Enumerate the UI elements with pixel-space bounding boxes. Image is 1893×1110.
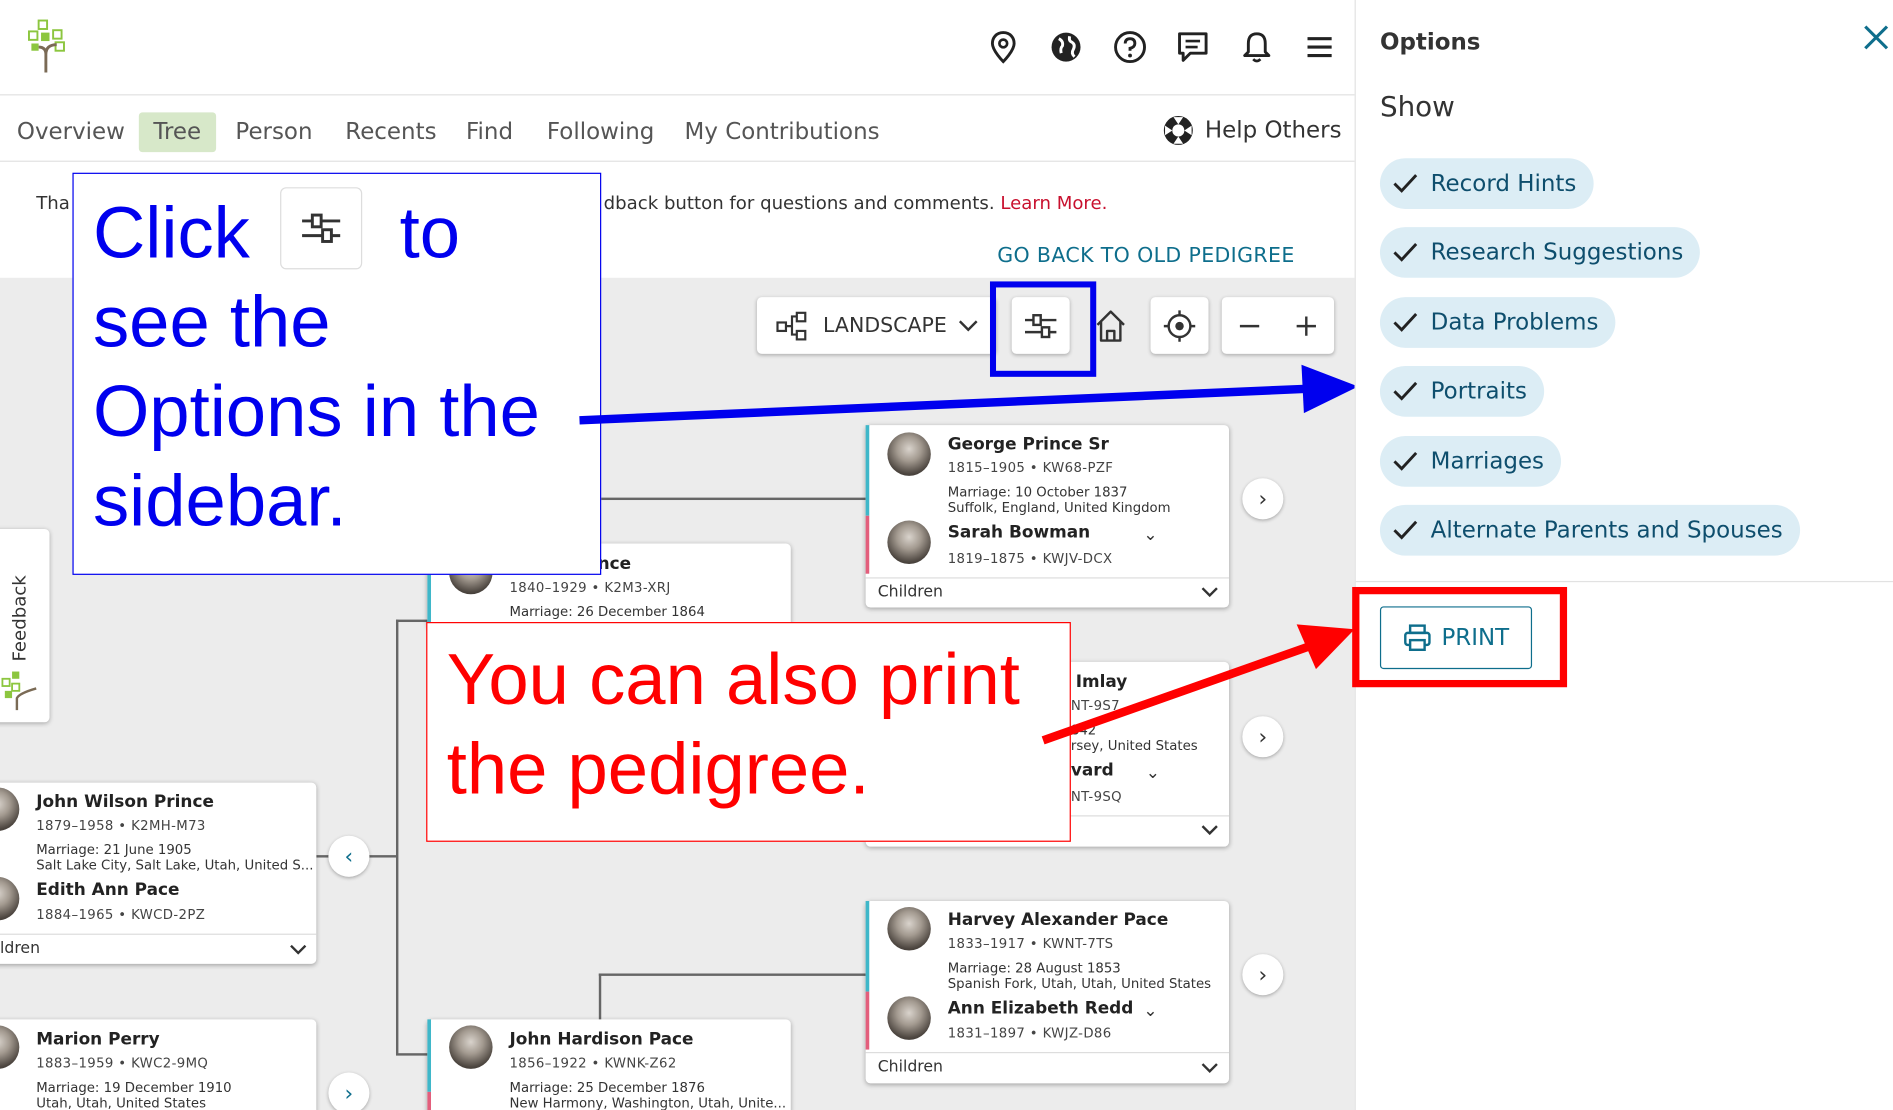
- show-heading: Show: [1379, 91, 1455, 124]
- checkmark-icon: [1392, 451, 1419, 473]
- option-label: Record Hints: [1430, 170, 1577, 197]
- option-marriages[interactable]: Marriages: [1379, 436, 1561, 487]
- red-arrow: [1041, 642, 1312, 745]
- option-alternate-parents[interactable]: Alternate Parents and Spouses: [1379, 504, 1800, 556]
- checkmark-icon: [1392, 312, 1419, 334]
- checkmark-icon: [1392, 519, 1419, 541]
- close-icon[interactable]: [1860, 22, 1891, 53]
- option-label: Data Problems: [1430, 309, 1599, 336]
- sidebar-divider: [1355, 580, 1893, 583]
- print-highlight-box: [1352, 586, 1568, 688]
- option-label: Research Suggestions: [1430, 239, 1684, 266]
- sidebar-title: Options: [1379, 28, 1481, 56]
- option-label: Portraits: [1430, 378, 1527, 405]
- option-label: Marriages: [1430, 448, 1545, 475]
- option-portraits[interactable]: Portraits: [1379, 365, 1544, 417]
- blue-arrow: [579, 384, 1305, 425]
- checkmark-icon: [1392, 380, 1419, 402]
- option-data-problems[interactable]: Data Problems: [1379, 297, 1616, 348]
- checkmark-icon: [1392, 173, 1419, 195]
- option-record-hints[interactable]: Record Hints: [1379, 158, 1594, 209]
- option-research-suggestions[interactable]: Research Suggestions: [1379, 227, 1701, 278]
- checkmark-icon: [1392, 242, 1419, 264]
- option-label: Alternate Parents and Spouses: [1430, 516, 1783, 544]
- blue-arrowhead: [1301, 364, 1359, 414]
